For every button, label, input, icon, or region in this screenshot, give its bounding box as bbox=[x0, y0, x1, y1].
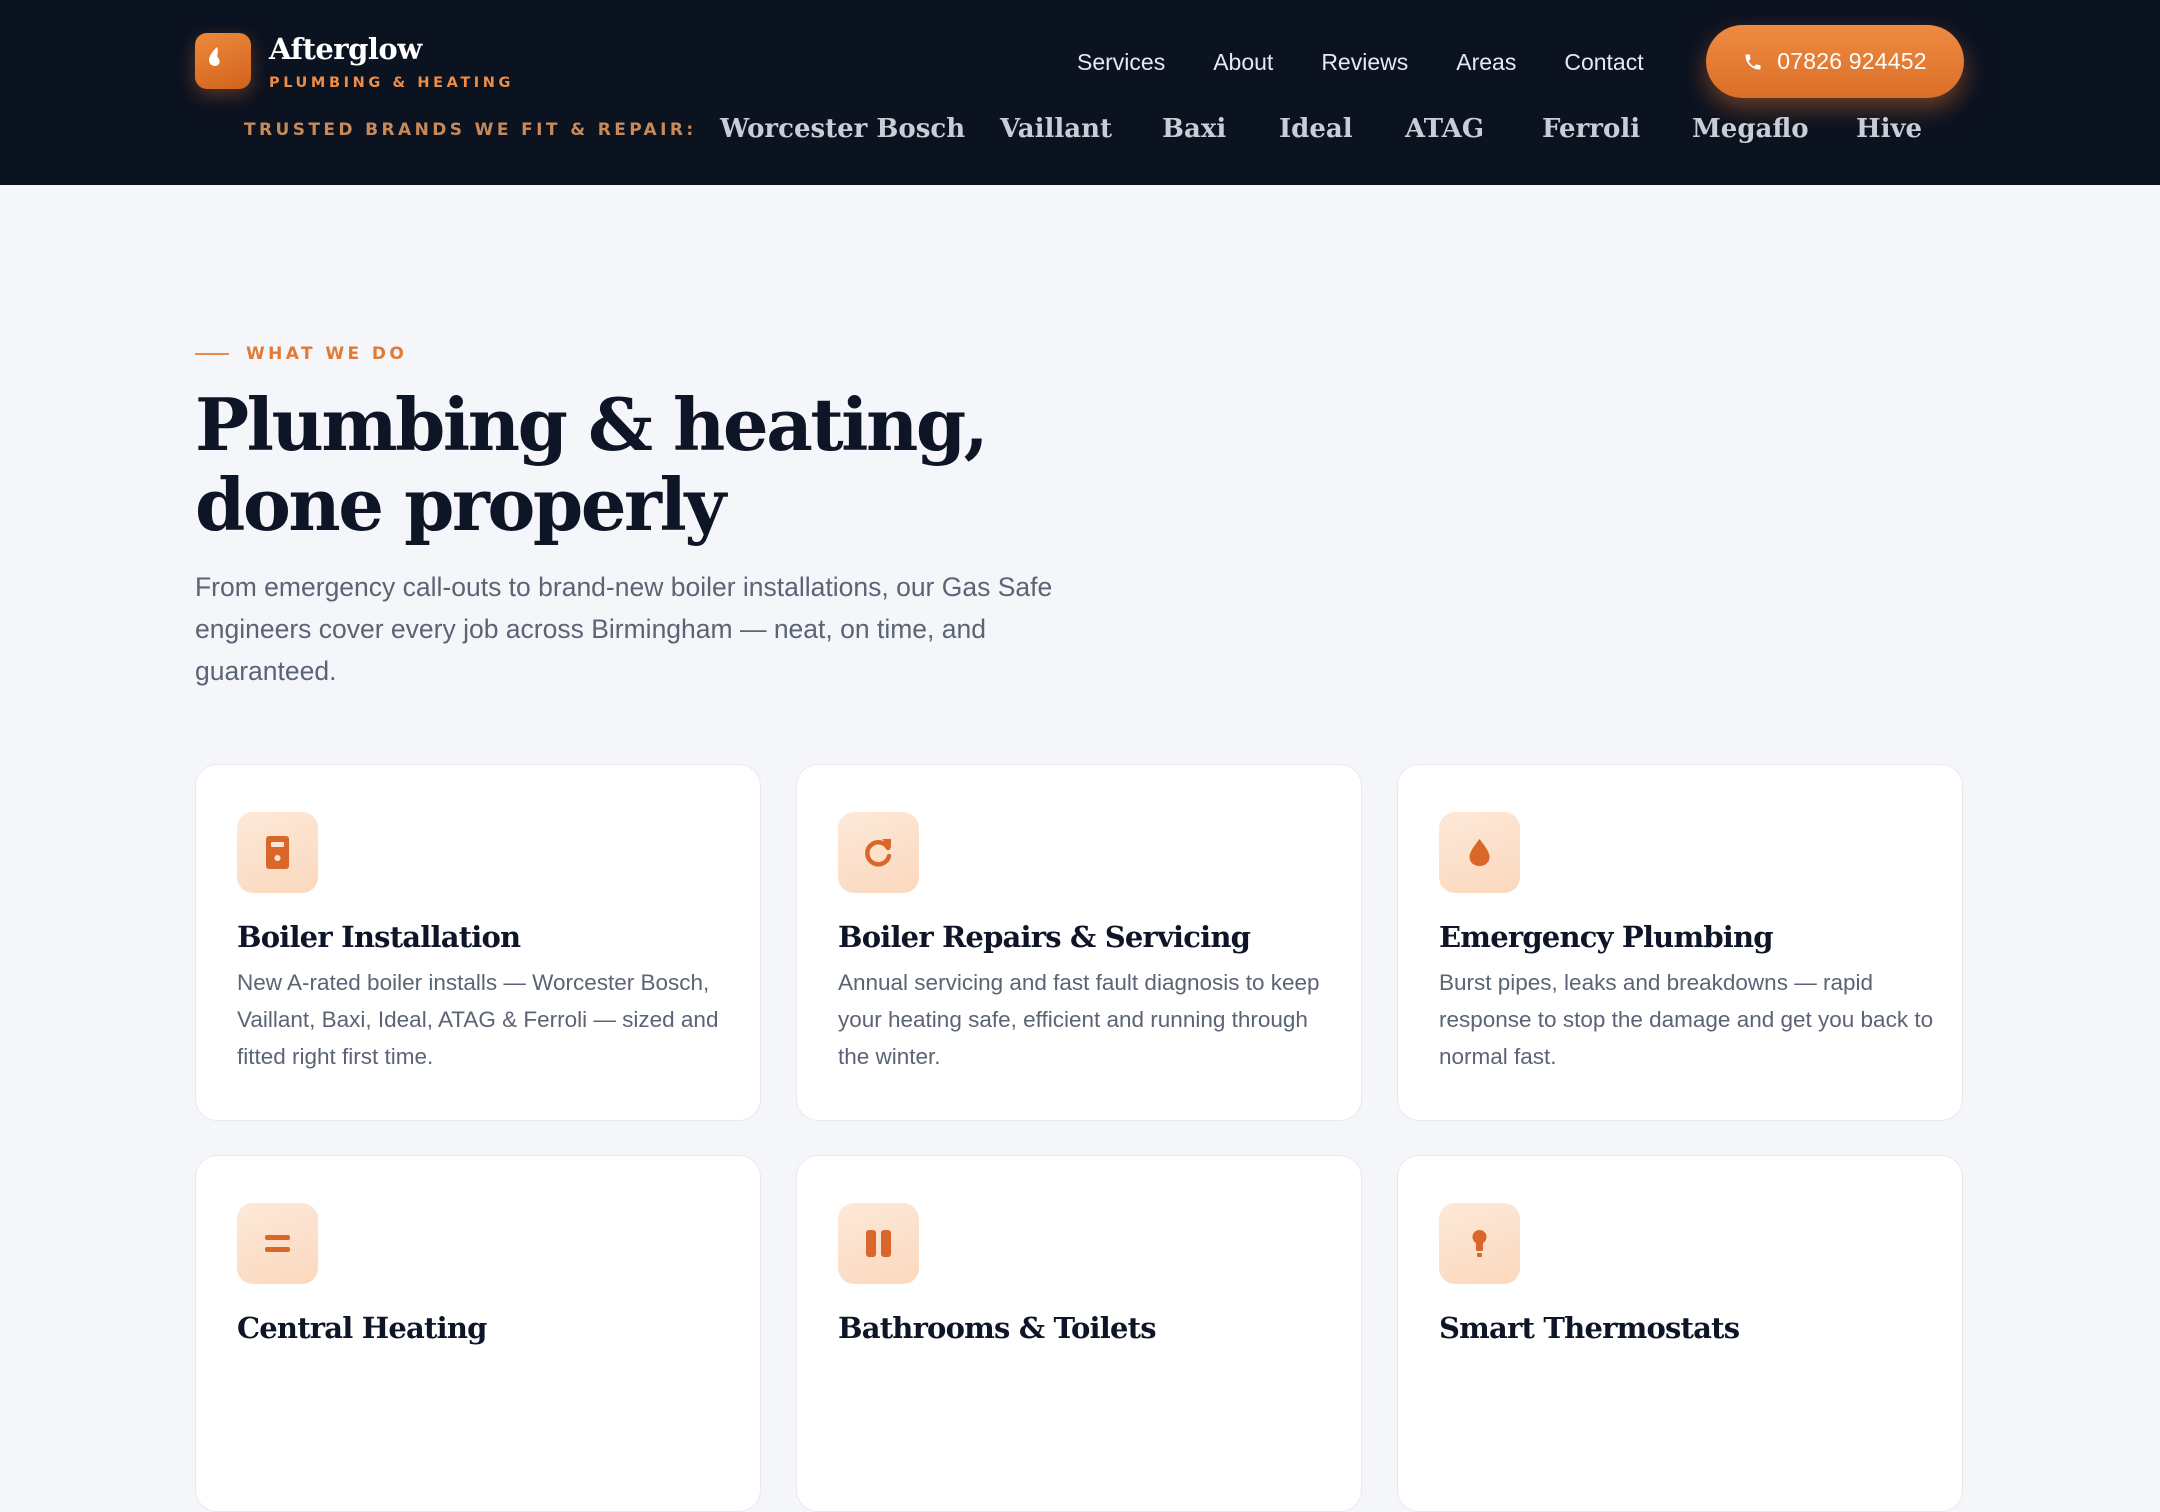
brand-tagline: PLUMBING & HEATING bbox=[269, 75, 515, 91]
brand-logo-link[interactable]: Afterglow PLUMBING & HEATING bbox=[195, 32, 515, 91]
call-phone-button[interactable]: 07826 924452 bbox=[1706, 25, 1964, 98]
nav-link-about[interactable]: About bbox=[1213, 48, 1273, 76]
nav-link-contact[interactable]: Contact bbox=[1564, 48, 1643, 76]
nav-link-areas[interactable]: Areas bbox=[1456, 48, 1516, 76]
brand-ferroli: Ferroli bbox=[1542, 114, 1641, 144]
brand-megaflo: Megaflo bbox=[1692, 114, 1809, 144]
card-title: Boiler Repairs & Servicing bbox=[838, 920, 1251, 954]
brand-atag: ATAG bbox=[1405, 114, 1485, 144]
nav-link-services[interactable]: Services bbox=[1077, 48, 1165, 76]
trusted-brands-strip: TRUSTED BRANDS WE FIT & REPAIR: Worceste… bbox=[0, 112, 2160, 152]
brand-hive: Hive bbox=[1856, 114, 1923, 144]
brand-name: Afterglow bbox=[269, 32, 422, 66]
card-title: Emergency Plumbing bbox=[1439, 920, 1774, 954]
brand-baxi: Baxi bbox=[1162, 114, 1227, 144]
nav-link-reviews[interactable]: Reviews bbox=[1321, 48, 1408, 76]
radiator-icon bbox=[237, 1203, 318, 1284]
main-nav: Services About Reviews Areas Contact bbox=[1077, 48, 1644, 76]
brand-vaillant: Vaillant bbox=[1000, 114, 1113, 144]
section-description: From emergency call-outs to brand-new bo… bbox=[195, 572, 1053, 686]
service-card-central-heating[interactable]: Central Heating bbox=[195, 1155, 761, 1512]
service-card-bathrooms[interactable]: Bathrooms & Toilets bbox=[796, 1155, 1362, 1512]
flame-logo-icon bbox=[195, 33, 251, 89]
service-card-smart-thermostats[interactable]: Smart Thermostats bbox=[1397, 1155, 1963, 1512]
service-card-boiler-installation[interactable]: Boiler Installation New A-rated boiler i… bbox=[195, 764, 761, 1121]
phone-number: 07826 924452 bbox=[1777, 48, 1927, 74]
card-title: Central Heating bbox=[237, 1311, 487, 1345]
boiler-icon bbox=[237, 812, 318, 893]
trusted-brands-label: TRUSTED BRANDS WE FIT & REPAIR: bbox=[244, 120, 697, 140]
bath-icon bbox=[838, 1203, 919, 1284]
phone-icon bbox=[1745, 54, 1761, 69]
brand-ideal: Ideal bbox=[1279, 114, 1353, 144]
brand-worcester-bosch: Worcester Bosch bbox=[720, 114, 966, 144]
site-header: Afterglow PLUMBING & HEATING Services Ab… bbox=[0, 0, 2160, 185]
card-description: Burst pipes, leaks and breakdowns — rapi… bbox=[1439, 970, 1934, 1069]
service-card-boiler-repairs[interactable]: Boiler Repairs & Servicing Annual servic… bbox=[796, 764, 1362, 1121]
card-title: Smart Thermostats bbox=[1439, 1311, 1740, 1345]
card-description: New A-rated boiler installs — Worcester … bbox=[237, 970, 719, 1069]
card-title: Boiler Installation bbox=[237, 920, 521, 954]
section-eyebrow: WHAT WE DO bbox=[195, 344, 407, 364]
eyebrow-divider bbox=[195, 353, 229, 355]
section-title: Plumbing & heating, done properly bbox=[195, 382, 989, 547]
water-drop-icon bbox=[1439, 812, 1520, 893]
card-title: Bathrooms & Toilets bbox=[838, 1311, 1157, 1345]
thermostat-icon bbox=[1439, 1203, 1520, 1284]
service-card-emergency-plumbing[interactable]: Emergency Plumbing Burst pipes, leaks an… bbox=[1397, 764, 1963, 1121]
refresh-icon bbox=[838, 812, 919, 893]
card-description: Annual servicing and fast fault diagnosi… bbox=[838, 970, 1320, 1069]
eyebrow-text: WHAT WE DO bbox=[246, 344, 408, 364]
